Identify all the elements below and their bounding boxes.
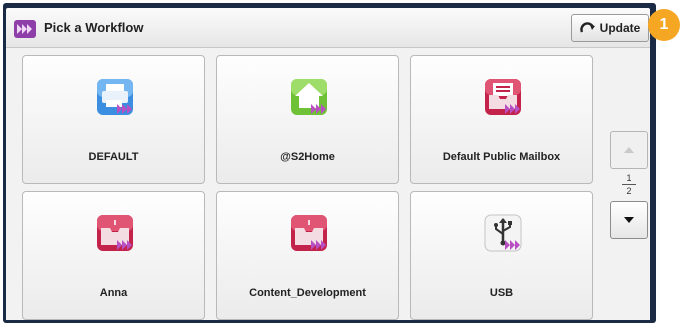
chevron-up-icon — [624, 147, 634, 153]
tile-label: Default Public Mailbox — [442, 151, 561, 163]
refresh-icon — [579, 22, 595, 33]
folder-icon — [97, 215, 133, 251]
folder-icon — [291, 215, 327, 251]
page-title: Pick a Workflow — [44, 20, 144, 35]
tile-label: @S2Home — [280, 151, 335, 163]
workflow-tile-usb[interactable]: USB — [410, 191, 593, 320]
scroll-down-button[interactable] — [610, 201, 648, 239]
workflow-tile-public-mailbox[interactable]: Default Public Mailbox — [410, 55, 593, 184]
total-pages: 2 — [626, 186, 632, 196]
workflow-tile-default[interactable]: DEFAULT — [22, 55, 205, 184]
workflow-tile-anna[interactable]: Anna — [22, 191, 205, 320]
tile-label: Anna — [99, 287, 128, 299]
update-button[interactable]: Update — [571, 14, 649, 42]
tile-label: Content_Development — [249, 287, 366, 299]
scroll-up-button[interactable] — [610, 131, 648, 169]
page-indicator: 1 2 — [610, 173, 648, 196]
workflow-grid: DEFAULT @S2Home Default Public Mailbox A… — [6, 48, 650, 320]
callout-badge: 1 — [648, 9, 680, 41]
workflow-tile-s2home[interactable]: @S2Home — [216, 55, 399, 184]
page-divider — [622, 184, 636, 185]
mailbox-icon — [485, 79, 521, 115]
tile-label: USB — [489, 287, 514, 299]
printer-icon — [97, 79, 133, 115]
workflow-app-icon — [14, 20, 36, 38]
header-bar: Pick a Workflow Update — [6, 8, 650, 48]
chevron-down-icon — [624, 217, 634, 223]
tile-label: DEFAULT — [88, 151, 139, 163]
update-label: Update — [599, 21, 641, 35]
workflow-tile-content-development[interactable]: Content_Development — [216, 191, 399, 320]
current-page: 1 — [626, 173, 632, 183]
usb-icon — [484, 214, 522, 252]
home-icon — [291, 79, 327, 115]
